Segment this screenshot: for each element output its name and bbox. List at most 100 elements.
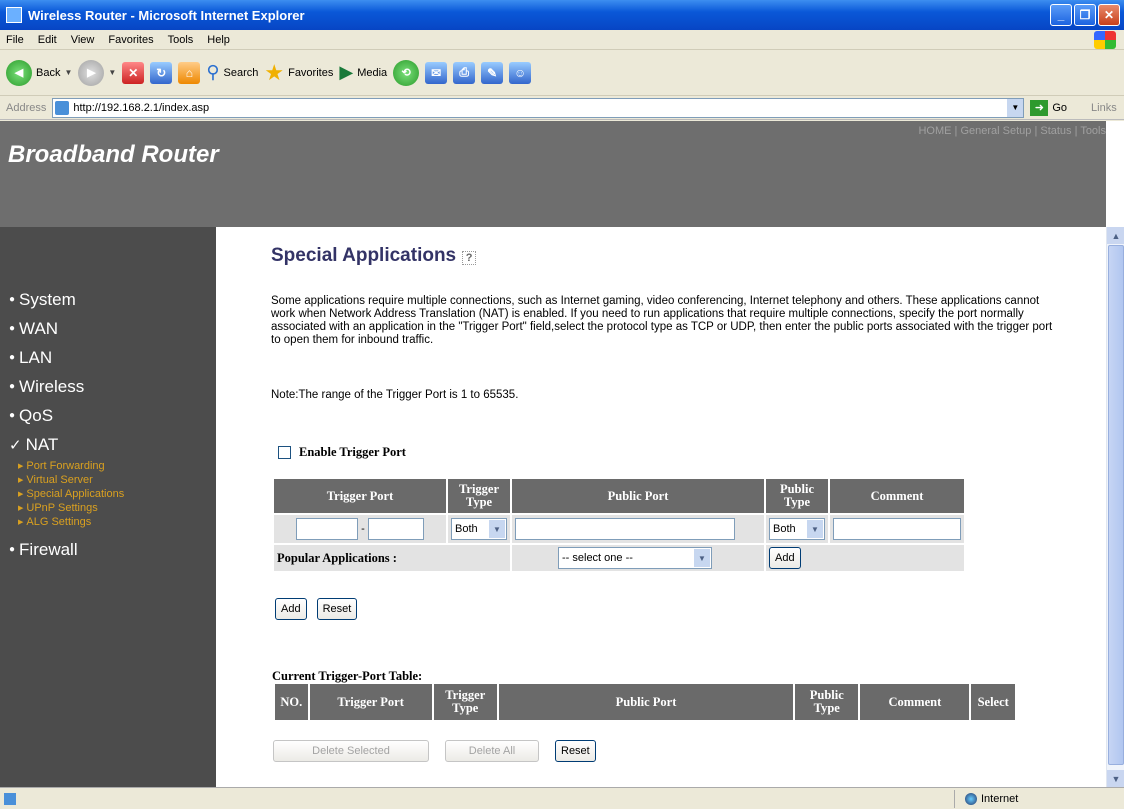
messenger-icon[interactable]: ☺ [509, 61, 532, 84]
help-icon[interactable]: ? [462, 251, 477, 265]
go-button[interactable]: ➜ Go [1030, 99, 1067, 116]
sidebar-subitem-port-forwarding[interactable]: ▶ Port Forwarding [18, 459, 216, 473]
chevron-down-icon[interactable]: ▼ [1007, 98, 1024, 117]
menu-help[interactable]: Help [207, 34, 230, 46]
menu-file[interactable]: File [6, 34, 24, 46]
main-content: Special Applications? Some applications … [216, 227, 1106, 787]
sidebar-item-label: LAN [19, 347, 53, 367]
menu-view[interactable]: View [71, 34, 95, 46]
mail-icon[interactable]: ✉ [425, 61, 448, 84]
minimize-button[interactable]: _ [1050, 4, 1072, 26]
search-button[interactable]: ⚲ Search [206, 62, 258, 83]
sidebar-subitem-label: Virtual Server [26, 474, 93, 486]
public-port-input[interactable] [515, 518, 735, 540]
sidebar-item-label: WAN [19, 318, 59, 338]
public-type-value: Both [773, 523, 796, 535]
vertical-scrollbar[interactable]: ▲ ▼ [1106, 227, 1124, 787]
sidebar-item-wireless[interactable]: ● Wireless [9, 372, 216, 401]
sidebar-subitem-upnp-settings[interactable]: ▶ UPnP Settings [18, 501, 216, 515]
add-button[interactable]: Add [275, 598, 307, 620]
media-button[interactable]: ▶ Media [339, 62, 387, 83]
bullet-icon: ● [9, 381, 16, 392]
sidebar-item-nat[interactable]: ✓ NAT [9, 430, 216, 459]
reset-table-button[interactable]: Reset [555, 740, 596, 762]
bullet-icon: ● [9, 410, 16, 421]
header-trigger-port: Trigger Port [309, 684, 432, 720]
sidebar-item-system[interactable]: ● System [9, 285, 216, 314]
scroll-down-icon[interactable]: ▼ [1107, 770, 1124, 787]
comment-cell [830, 515, 964, 543]
note-text: Note:The range of the Trigger Port is 1 … [271, 389, 519, 401]
stop-icon[interactable]: ✕ [122, 61, 145, 84]
zone-label: Internet [981, 793, 1019, 805]
public-type-select[interactable]: Both ▼ [769, 518, 825, 540]
close-button[interactable]: ✕ [1098, 4, 1120, 26]
page-title-text: Special Applications [271, 245, 457, 266]
scroll-up-icon[interactable]: ▲ [1107, 227, 1124, 244]
header-public-port: Public Port [498, 684, 794, 720]
table-action-buttons: Delete Selected Delete All Reset [273, 740, 596, 762]
enable-trigger-row: Enable Trigger Port [278, 445, 406, 460]
sidebar-subitem-virtual-server[interactable]: ▶ Virtual Server [18, 473, 216, 487]
trigger-port-form-table: Trigger Port Trigger Type Public Port Pu… [272, 477, 966, 573]
print-icon[interactable]: ⎙ [453, 61, 476, 84]
trigger-type-value: Both [455, 523, 478, 535]
top-navigation[interactable]: HOME | General Setup | Status | Tools [918, 125, 1106, 137]
trigger-port-end-input[interactable] [367, 518, 424, 540]
sidebar-subitem-alg-settings[interactable]: ▶ ALG Settings [18, 515, 216, 529]
sidebar-item-wan[interactable]: ● WAN [9, 314, 216, 343]
trigger-type-cell: Both ▼ [448, 515, 510, 543]
forward-arrow-icon: ▶ [78, 59, 105, 86]
home-icon[interactable]: ⌂ [178, 61, 201, 84]
address-url: http://192.168.2.1/index.asp [73, 101, 210, 114]
enable-trigger-checkbox[interactable] [278, 446, 291, 459]
refresh-icon[interactable]: ↻ [150, 61, 173, 84]
window-title: Wireless Router - Microsoft Internet Exp… [28, 7, 305, 23]
popular-select-value: -- select one -- [562, 552, 633, 564]
trigger-type-select[interactable]: Both ▼ [451, 518, 507, 540]
chevron-down-icon: ▼ [108, 68, 117, 77]
sidebar-item-qos[interactable]: ● QoS [9, 401, 216, 430]
favorites-button[interactable]: ★ Favorites [264, 60, 333, 86]
forward-button[interactable]: ▶ ▼ [78, 59, 117, 86]
trigger-port-start-input[interactable] [296, 518, 358, 540]
maximize-button[interactable]: ❐ [1074, 4, 1096, 26]
triangle-right-icon: ▶ [18, 463, 24, 470]
window-titlebar: Wireless Router - Microsoft Internet Exp… [0, 0, 1124, 30]
header-trigger-type: Trigger Type [448, 479, 510, 513]
bullet-icon: ● [9, 323, 16, 334]
header-no: NO. [275, 684, 308, 720]
delete-selected-button[interactable]: Delete Selected [273, 740, 429, 762]
popular-label-cell: Popular Applications : [274, 545, 510, 571]
sidebar-subitem-special-applications[interactable]: ▶ Special Applications [18, 487, 216, 501]
links-label[interactable]: Links [1091, 102, 1117, 114]
sidebar-item-label: NAT [25, 434, 59, 454]
status-bar: Internet [0, 787, 1124, 809]
menu-favorites[interactable]: Favorites [108, 34, 153, 46]
edit-icon[interactable]: ✎ [481, 61, 504, 84]
popular-applications-select[interactable]: -- select one -- ▼ [558, 547, 712, 569]
globe-icon [965, 793, 977, 805]
header-public-type: Public Type [795, 684, 859, 720]
popular-add-button[interactable]: Add [769, 547, 801, 569]
sidebar-item-firewall[interactable]: ● Firewall [9, 535, 216, 564]
history-icon[interactable]: ⟲ [393, 59, 420, 86]
header-comment: Comment [830, 479, 964, 513]
delete-all-button[interactable]: Delete All [445, 740, 539, 762]
menu-edit[interactable]: Edit [38, 34, 57, 46]
popular-applications-label: Popular Applications : [277, 550, 397, 565]
favorites-label: Favorites [288, 66, 334, 79]
chevron-down-icon: ▼ [64, 68, 73, 77]
chevron-down-icon: ▼ [807, 520, 823, 538]
scroll-thumb[interactable] [1108, 245, 1124, 765]
sidebar-item-label: Wireless [19, 376, 85, 396]
address-label: Address [6, 101, 47, 114]
address-input[interactable]: http://192.168.2.1/index.asp ▼ [52, 97, 1025, 118]
sidebar-item-lan[interactable]: ● LAN [9, 343, 216, 372]
back-button[interactable]: ◀ Back ▼ [6, 59, 73, 86]
header-trigger-type: Trigger Type [433, 684, 497, 720]
reset-button[interactable]: Reset [316, 598, 358, 620]
comment-input[interactable] [833, 518, 961, 540]
menu-tools[interactable]: Tools [168, 34, 194, 46]
sidebar-item-label: System [19, 289, 76, 309]
